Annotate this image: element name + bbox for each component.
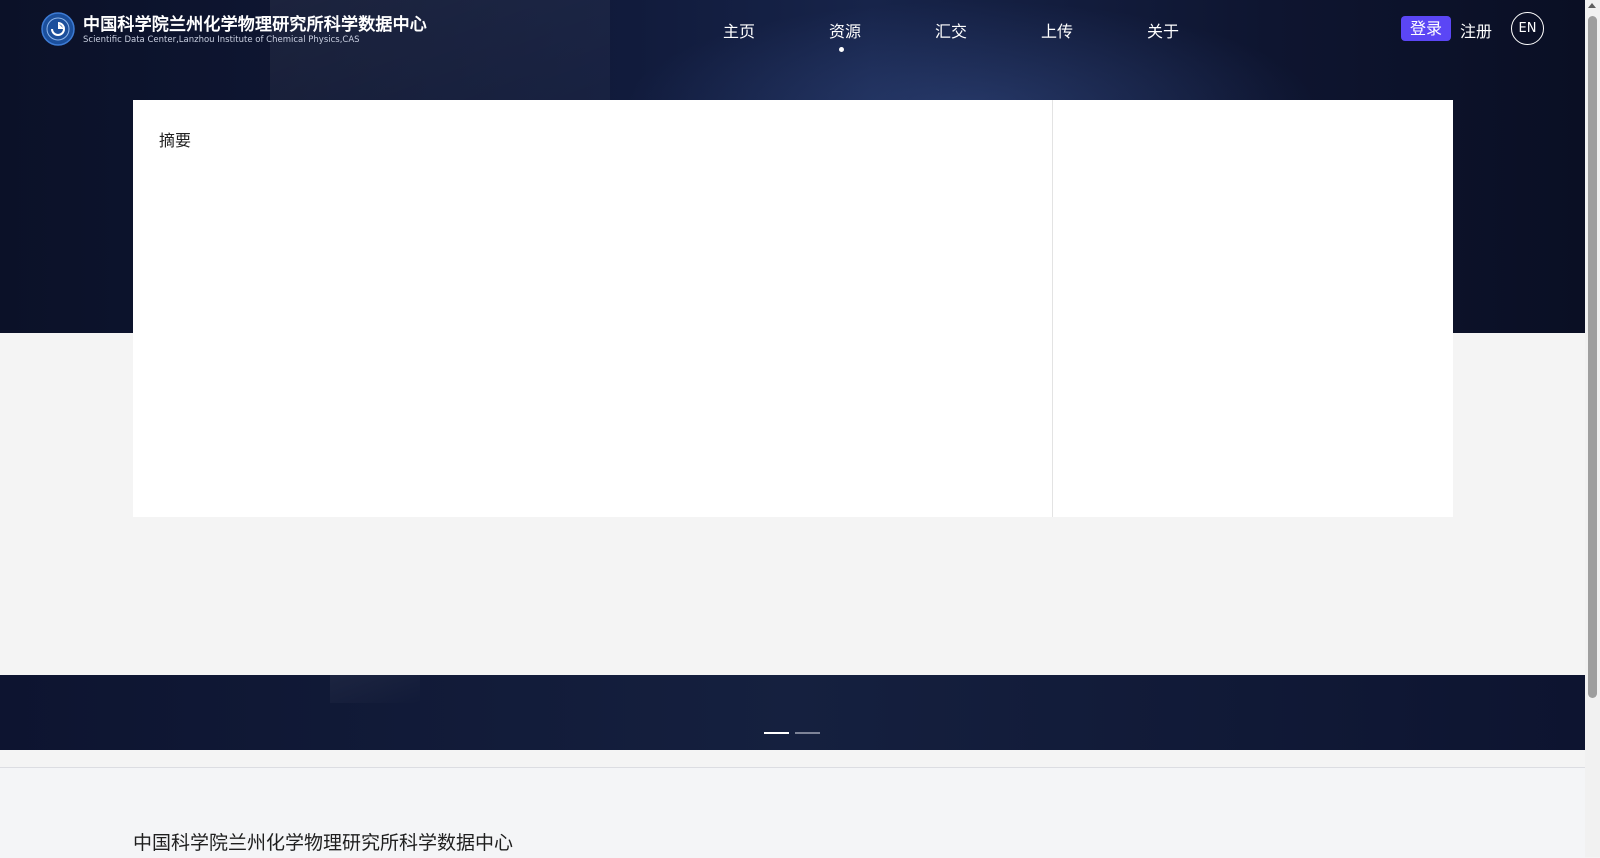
nav-home[interactable]: 主页 <box>723 18 755 42</box>
detail-side-panel <box>1053 100 1453 517</box>
footer-title: 中国科学院兰州化学物理研究所科学数据中心 <box>133 832 514 854</box>
language-toggle-button[interactable]: EN <box>1511 12 1544 45</box>
site-subtitle: Scientific Data Center,Lanzhou Institute… <box>83 35 360 45</box>
carousel-indicator-1[interactable] <box>764 732 789 734</box>
carousel-indicator-2[interactable] <box>795 732 820 734</box>
carousel-banner <box>0 675 1585 750</box>
institute-seal-icon[interactable] <box>41 12 75 46</box>
abstract-heading: 摘要 <box>159 131 192 150</box>
nav-active-indicator <box>839 47 844 52</box>
nav-upload[interactable]: 上传 <box>1041 18 1073 42</box>
nav-submit[interactable]: 汇交 <box>935 18 967 42</box>
detail-main-panel: 摘要 <box>133 100 1052 517</box>
nav-resources[interactable]: 资源 <box>829 18 861 42</box>
nav-about[interactable]: 关于 <box>1147 18 1179 42</box>
scroll-up-arrow-icon[interactable] <box>1588 3 1596 8</box>
banner-decoration <box>330 675 420 703</box>
dataset-detail-card: 摘要 <box>133 100 1453 517</box>
vertical-scrollbar[interactable] <box>1585 0 1600 857</box>
register-link[interactable]: 注册 <box>1460 18 1492 42</box>
footer: 中国科学院兰州化学物理研究所科学数据中心 <box>0 767 1585 858</box>
site-title[interactable]: 中国科学院兰州化学物理研究所科学数据中心 <box>83 10 427 35</box>
scrollbar-thumb[interactable] <box>1588 16 1597 698</box>
top-navbar: 中国科学院兰州化学物理研究所科学数据中心 Scientific Data Cen… <box>0 0 1585 60</box>
login-button[interactable]: 登录 <box>1401 16 1451 41</box>
